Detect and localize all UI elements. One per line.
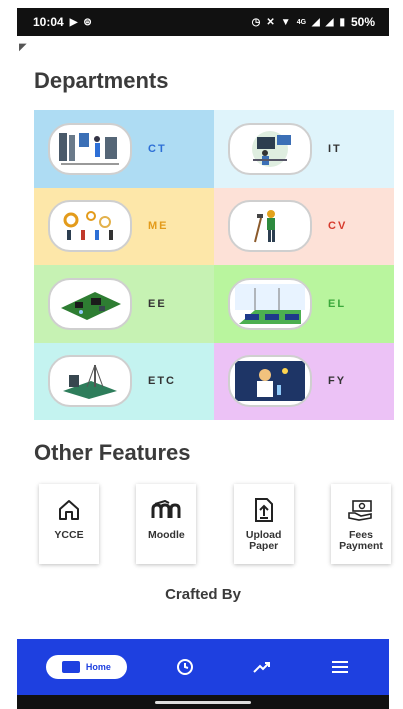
home-indicator[interactable] xyxy=(155,701,251,704)
status-bar: 10:04 ▶ ⊜ ◷ ✕ ▼ 4G ◢ ◢ ▮ 50% xyxy=(17,8,389,36)
play-icon: ▶ xyxy=(69,16,78,28)
home-card-icon xyxy=(61,661,80,673)
features-row: YCCE Moodle Upload Paper Fees Payment xyxy=(39,484,391,564)
dept-etc[interactable]: ETC xyxy=(34,342,214,420)
cv-illustration xyxy=(228,200,312,253)
ee-illustration xyxy=(48,277,132,330)
nav-home-label: Home xyxy=(85,662,111,672)
dept-it-label: IT xyxy=(328,142,342,155)
departments-grid: CT IT ME CV EE EL ETC FY xyxy=(34,110,394,420)
dept-el[interactable]: EL xyxy=(214,265,394,343)
feature-ycce-label: YCCE xyxy=(54,529,84,541)
list-icon xyxy=(332,661,349,673)
nav-history[interactable] xyxy=(165,658,205,676)
feature-fees-payment[interactable]: Fees Payment xyxy=(330,484,391,564)
feature-moodle[interactable]: Moodle xyxy=(136,484,197,564)
crafted-by: Crafted By xyxy=(165,586,241,603)
dept-me-label: ME xyxy=(148,220,169,233)
signal-icon: ◢ xyxy=(312,16,320,28)
feature-upload-paper[interactable]: Upload Paper xyxy=(233,484,294,564)
status-time: 10:04 xyxy=(33,15,64,29)
departments-title: Departments xyxy=(34,68,169,93)
trending-icon xyxy=(253,662,271,673)
nav-home[interactable]: Home xyxy=(45,655,127,679)
fy-illustration xyxy=(228,355,312,408)
clock-icon xyxy=(176,659,193,675)
signal2-icon: ◢ xyxy=(325,16,334,28)
dept-me[interactable]: ME xyxy=(34,187,214,265)
feature-fees-label: Fees Payment xyxy=(339,529,383,552)
mute-icon: ✕ xyxy=(266,16,275,28)
feature-ycce[interactable]: YCCE xyxy=(39,484,99,564)
dept-ct[interactable]: CT xyxy=(34,110,214,188)
feature-moodle-label: Moodle xyxy=(147,529,185,541)
network-type: 4G xyxy=(296,18,307,26)
back-icon[interactable]: ◤ xyxy=(19,42,27,53)
dept-it[interactable]: IT xyxy=(214,110,394,188)
dept-fy-label: FY xyxy=(328,375,347,388)
dept-ee[interactable]: EE xyxy=(34,265,214,343)
me-illustration xyxy=(48,200,132,253)
el-illustration xyxy=(228,277,312,330)
upload-icon xyxy=(252,496,276,524)
bottom-nav: Home xyxy=(17,639,389,695)
other-features-title: Other Features xyxy=(34,440,191,465)
it-illustration xyxy=(228,122,312,175)
house-icon xyxy=(57,496,81,524)
alarm-icon: ◷ xyxy=(251,16,261,28)
battery-level: 50% xyxy=(350,15,375,29)
system-home-bar xyxy=(17,695,389,709)
dept-ee-label: EE xyxy=(148,297,167,310)
dept-etc-label: ETC xyxy=(148,375,176,388)
home-screen: ◤ Departments CT IT ME CV EE EL ETC FY O… xyxy=(17,36,394,639)
dept-cv[interactable]: CV xyxy=(214,187,394,265)
dept-fy[interactable]: FY xyxy=(214,342,394,420)
money-icon xyxy=(347,496,375,524)
dept-el-label: EL xyxy=(328,297,347,310)
nav-trending[interactable] xyxy=(242,660,282,674)
wifi-icon: ▼ xyxy=(280,16,291,28)
etc-illustration xyxy=(48,355,132,408)
dept-cv-label: CV xyxy=(328,220,348,233)
ct-illustration xyxy=(48,122,132,175)
notification-icon: ⊜ xyxy=(83,16,92,28)
battery-icon: ▮ xyxy=(339,16,345,28)
moodle-icon xyxy=(151,496,181,524)
feature-upload-label: Upload Paper xyxy=(245,529,282,552)
nav-menu[interactable] xyxy=(320,661,360,673)
dept-ct-label: CT xyxy=(148,142,167,155)
